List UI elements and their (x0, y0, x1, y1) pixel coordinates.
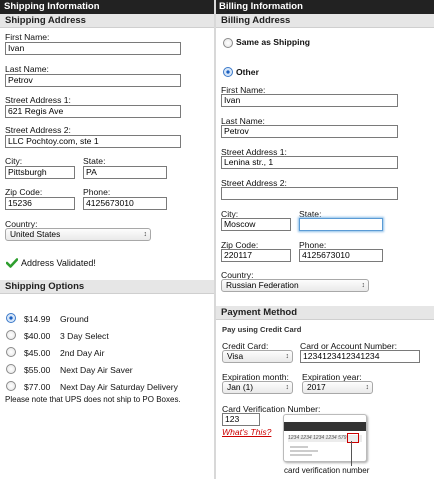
billing-address-header: Billing Address (216, 14, 434, 28)
other-address-label[interactable]: Other (236, 67, 259, 77)
shipping-phone-input[interactable]: 4125673010 (83, 197, 167, 210)
shipping-country-select[interactable]: United States ↕ (5, 228, 151, 241)
shipping-option-radio-next-day-saturday[interactable] (6, 381, 16, 391)
shipping-option-name: 3 Day Select (60, 331, 109, 341)
shipping-option-name: Next Day Air Saturday Delivery (60, 382, 178, 392)
card-cvv-highlight (347, 433, 359, 443)
cvv-input[interactable]: 123 (222, 413, 260, 426)
shipping-street2-input[interactable]: LLC Pochtoy.com, ste 1 (5, 135, 181, 148)
billing-information-title: Billing Information (219, 1, 303, 12)
shipping-option-name: Next Day Air Saver (60, 365, 133, 375)
pay-using-credit-card-text: Pay using Credit Card (222, 325, 302, 334)
zip-label: Zip Code: (5, 187, 43, 197)
address-validated-text: Address Validated! (21, 258, 96, 268)
expiration-month-value: Jan (1) (227, 382, 254, 392)
shipping-option-price: $14.99 (24, 314, 51, 324)
shipping-option-price: $55.00 (24, 365, 51, 375)
card-verification-illustration: 1234 1234 1234 1234 579 (283, 414, 367, 462)
shipping-address-header: Shipping Address (0, 14, 214, 28)
billing-country-select[interactable]: Russian Federation ↕ (221, 279, 369, 292)
shipping-options-header: Shipping Options (0, 280, 214, 294)
shipping-option-radio-3-day[interactable] (6, 330, 16, 340)
last-name-label: Last Name: (5, 64, 49, 74)
city-label: City: (5, 156, 23, 166)
account-number-input[interactable]: 1234123412341234 (300, 350, 420, 363)
billing-phone-input[interactable]: 4125673010 (299, 249, 383, 262)
card-line (290, 450, 318, 452)
card-magnetic-stripe (284, 422, 366, 431)
shipping-information-title: Shipping Information (4, 1, 100, 12)
phone-label: Phone: (83, 187, 111, 197)
shipping-option-price: $45.00 (24, 348, 51, 358)
checkmark-icon (6, 258, 18, 268)
shipping-first-name-input[interactable]: Ivan (5, 42, 181, 55)
po-box-note: Please note that UPS does not ship to PO… (5, 395, 181, 404)
shipping-option-radio-next-day-saver[interactable] (6, 364, 16, 374)
card-line (290, 454, 312, 456)
expiration-year-value: 2017 (307, 382, 326, 392)
billing-first-name-input[interactable]: Ivan (221, 94, 398, 107)
top-bar: Shipping Information Billing Information (0, 0, 434, 14)
shipping-option-radio-2nd-day[interactable] (6, 347, 16, 357)
select-arrows-icon: ↕ (143, 231, 148, 238)
cvv-pointer-line (351, 441, 352, 466)
cvv-caption: card verification number (284, 466, 370, 475)
shipping-city-input[interactable]: Pittsburgh (5, 166, 75, 179)
billing-state-input[interactable] (299, 218, 383, 231)
same-as-shipping-radio[interactable] (223, 38, 233, 48)
select-arrows-icon: ↕ (365, 384, 370, 391)
billing-zip-input[interactable]: 220117 (221, 249, 291, 262)
shipping-last-name-input[interactable]: Petrov (5, 74, 181, 87)
expiration-year-select[interactable]: 2017 ↕ (302, 381, 373, 394)
billing-street2-input[interactable] (221, 187, 398, 200)
billing-last-name-input[interactable]: Petrov (221, 125, 398, 138)
payment-method-header: Payment Method (216, 306, 434, 320)
street1-label: Street Address 1: (5, 95, 71, 105)
street2-label: Street Address 2: (5, 125, 71, 135)
state-label: State: (83, 156, 106, 166)
credit-card-select[interactable]: Visa ↕ (222, 350, 293, 363)
whats-this-link[interactable]: What's This? (222, 427, 271, 437)
select-arrows-icon: ↕ (285, 384, 290, 391)
same-as-shipping-label[interactable]: Same as Shipping (236, 37, 310, 47)
shipping-column: Shipping Address First Name: Ivan Last N… (0, 14, 214, 479)
shipping-state-input[interactable]: PA (83, 166, 167, 179)
billing-city-input[interactable]: Moscow (221, 218, 291, 231)
billing-column: Billing Address Same as Shipping Other F… (216, 14, 434, 479)
credit-card-value: Visa (227, 351, 244, 361)
card-line (290, 446, 308, 448)
shipping-option-price: $40.00 (24, 331, 51, 341)
shipping-street1-input[interactable]: 621 Regis Ave (5, 105, 181, 118)
other-address-radio[interactable] (223, 67, 233, 77)
shipping-option-price: $77.00 (24, 382, 51, 392)
country-value: United States (10, 229, 61, 239)
shipping-option-radio-ground[interactable] (6, 313, 16, 323)
shipping-zip-input[interactable]: 15236 (5, 197, 75, 210)
country-value: Russian Federation (226, 280, 299, 290)
select-arrows-icon: ↕ (285, 353, 290, 360)
shipping-option-name: 2nd Day Air (60, 348, 105, 358)
billing-street1-input[interactable]: Lenina str., 1 (221, 156, 398, 169)
select-arrows-icon: ↕ (361, 282, 366, 289)
expiration-month-select[interactable]: Jan (1) ↕ (222, 381, 293, 394)
shipping-option-name: Ground (60, 314, 89, 324)
first-name-label: First Name: (5, 32, 50, 42)
